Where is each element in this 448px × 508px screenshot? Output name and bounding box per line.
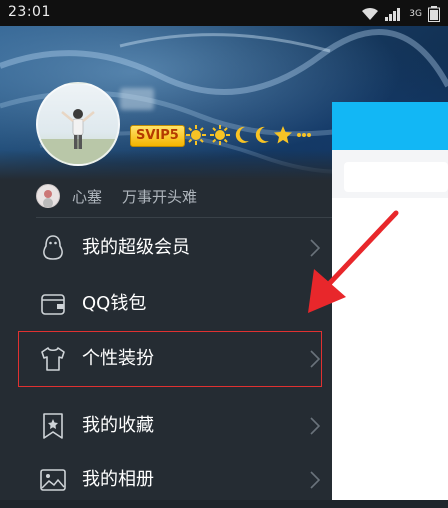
person-photo-icon [38,109,118,164]
status-bar: 23:01 3G [0,0,448,26]
signal-icon [385,8,401,21]
level-icons[interactable] [186,125,312,145]
menu-label: 我的收藏 [82,415,154,436]
signature-row[interactable]: 心塞 万事开头难 [36,182,197,210]
star-icon [274,126,292,144]
moon-icon [235,126,249,143]
chevron-right-icon [310,471,320,489]
status-time: 23:01 [8,4,51,20]
sun-icon [210,125,230,145]
red-arrow-annotation [308,210,399,313]
menu-item-super-member[interactable]: 我的超级会员 [0,220,332,276]
network-type: 3G [409,8,422,19]
divider [36,217,332,218]
menu-label: QQ钱包 [82,293,147,314]
avatar[interactable] [36,82,120,166]
sun-icon [186,125,206,145]
penguin-icon [43,235,63,260]
moon-icon [255,126,269,143]
main-title-bar [332,102,448,150]
highlight-box [18,331,322,387]
chevron-right-icon [310,417,320,435]
signature-name: 心塞 [72,187,103,206]
wifi-icon [362,7,379,20]
photo-icon [40,469,66,491]
battery-icon [428,6,440,22]
signature-avatar-icon [36,184,60,208]
svip-badge[interactable]: SVIP5 [130,125,185,147]
nickname-blurred [120,88,154,110]
signature-text: 万事开头难 [122,187,198,206]
wallet-icon [41,294,65,315]
bookmark-star-icon [43,413,63,439]
menu-label: 我的超级会员 [82,237,190,258]
menu-item-my-favorites[interactable]: 我的收藏 [0,398,332,454]
more-dots-icon [297,133,311,137]
menu-item-qq-wallet[interactable]: QQ钱包 [0,276,332,332]
main-search-box[interactable] [344,162,448,192]
